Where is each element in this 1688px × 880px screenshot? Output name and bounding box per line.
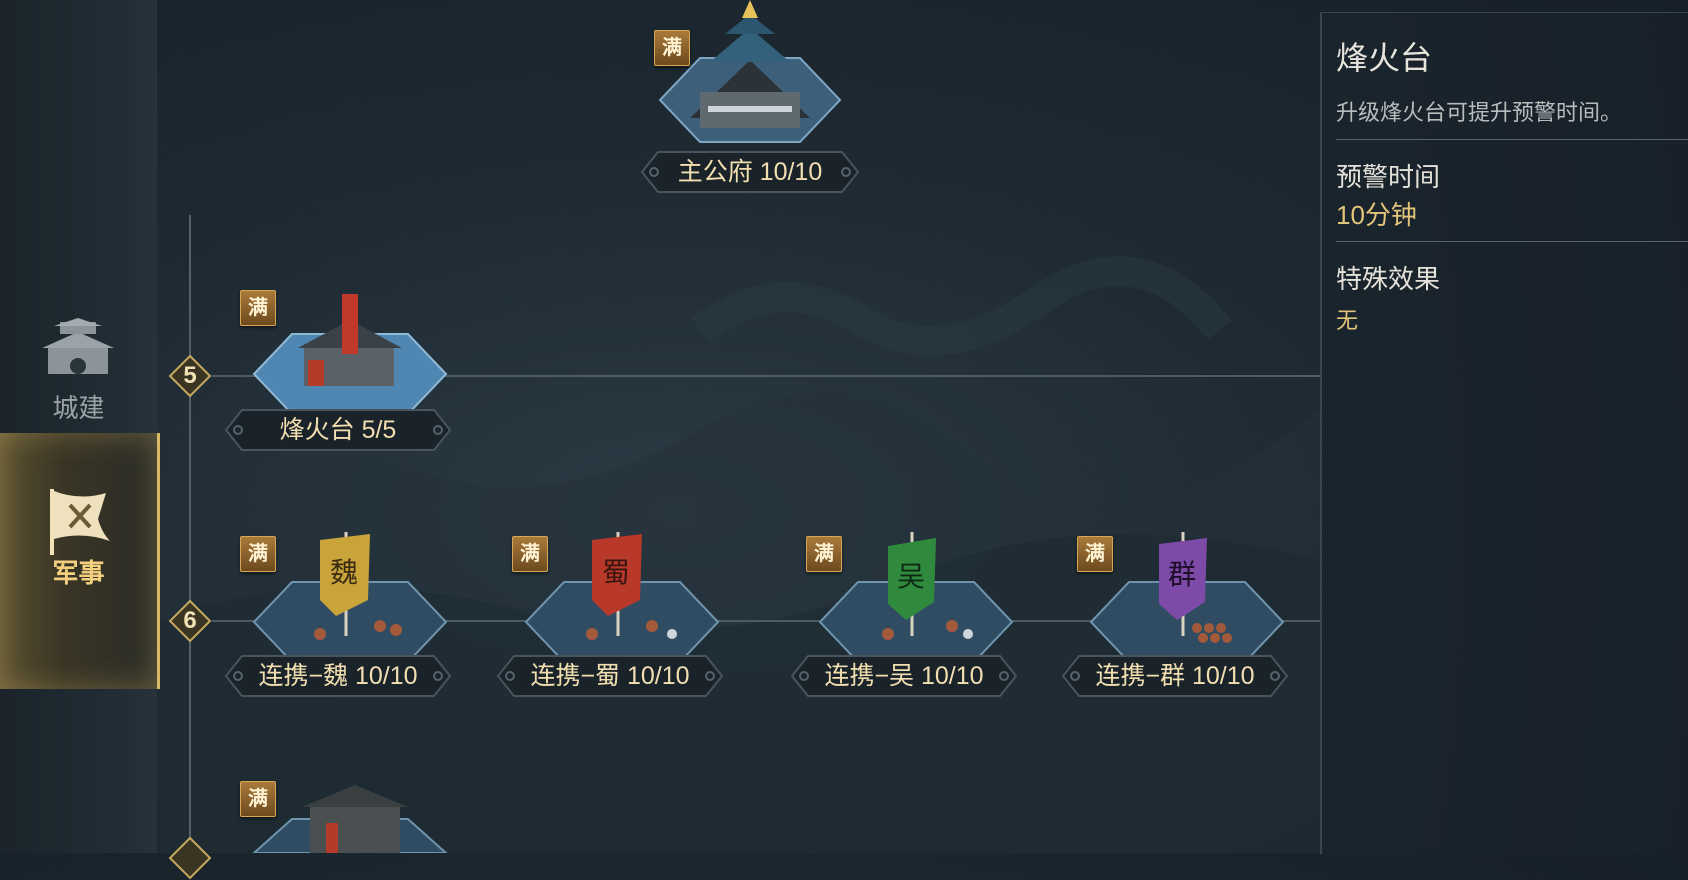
alliance-shu-label-text: 连携−蜀 10/10 — [530, 662, 690, 690]
max-level-badge: 满 — [654, 30, 690, 66]
info-stat-warning-time-value: 10分钟 — [1336, 200, 1417, 230]
max-level-badge: 满 — [1077, 536, 1113, 572]
info-stat-warning-time-label: 预警时间 — [1336, 162, 1441, 192]
nav-item-city-building[interactable]: 城建 — [0, 318, 157, 428]
shu-banner-icon: 蜀 — [524, 532, 720, 660]
qun-banner-icon: 群 — [1089, 532, 1285, 660]
max-level-badge: 满 — [240, 781, 276, 817]
alliance-wu-label: 连携−吴 10/10 — [790, 654, 1018, 698]
beacon-tower-label-text: 烽火台 5/5 — [279, 416, 397, 444]
qun-banner-glyph: 群 — [1168, 558, 1196, 591]
left-category-nav: 城建 军事 — [0, 0, 160, 853]
war-flag-icon — [50, 489, 110, 555]
max-level-badge: 满 — [512, 536, 548, 572]
lord-mansion-icon — [658, 0, 842, 143]
tier-7-marker — [168, 836, 212, 880]
wei-banner-glyph: 魏 — [330, 556, 358, 589]
city-gate-icon — [42, 318, 114, 374]
tier-5-number: 5 — [183, 362, 197, 389]
alliance-qun-label-text: 连携−群 10/10 — [1095, 662, 1255, 690]
nav-item-military-label: 军事 — [52, 558, 105, 588]
tier-6-marker: 6 — [168, 599, 212, 643]
lord-mansion-label: 主公府 10/10 — [640, 150, 860, 194]
max-level-badge: 满 — [806, 536, 842, 572]
building-info-panel: 烽火台 升级烽火台可提升预警时间。 预警时间 10分钟 特殊效果 无 — [1320, 12, 1688, 854]
info-stat-special-effect-label: 特殊效果 — [1336, 264, 1441, 294]
building-node-alliance-shu[interactable]: 蜀 满 连携−蜀 10/10 — [492, 530, 732, 710]
alliance-wu-label-text: 连携−吴 10/10 — [824, 662, 984, 690]
wu-banner-icon: 吴 — [818, 532, 1014, 660]
building-node-lord-mansion[interactable]: 满 主公府 10/10 — [630, 0, 870, 200]
info-divider — [1336, 139, 1688, 140]
tree-spine — [189, 215, 191, 855]
shu-banner-glyph: 蜀 — [602, 556, 630, 589]
wu-banner-glyph: 吴 — [897, 560, 925, 593]
beacon-tower-icon — [252, 294, 448, 410]
alliance-qun-label: 连携−群 10/10 — [1061, 654, 1289, 698]
building-node-alliance-wu[interactable]: 吴 满 连携−吴 10/10 — [786, 530, 1026, 710]
building-node-beacon-tower[interactable]: 满 烽火台 5/5 — [220, 290, 460, 460]
lord-mansion-label-text: 主公府 10/10 — [677, 158, 823, 186]
info-description: 升级烽火台可提升预警时间。 — [1336, 100, 1623, 125]
nav-item-city-label: 城建 — [52, 393, 105, 423]
tier-6-number: 6 — [183, 607, 197, 634]
info-title: 烽火台 — [1336, 40, 1433, 76]
info-stat-special-effect-value: 无 — [1336, 308, 1359, 333]
building-node-alliance-wei[interactable]: 魏 满 连携−魏 10/10 — [220, 530, 460, 710]
max-level-badge: 满 — [240, 290, 276, 326]
building-node-alliance-qun[interactable]: 群 满 连携−群 10/10 — [1057, 530, 1297, 710]
alliance-wei-label: 连携−魏 10/10 — [224, 654, 452, 698]
tier-5-marker: 5 — [168, 354, 212, 398]
beacon-tower-label: 烽火台 5/5 — [224, 408, 452, 452]
max-level-badge: 满 — [240, 536, 276, 572]
wei-banner-icon: 魏 — [252, 532, 448, 660]
alliance-shu-label: 连携−蜀 10/10 — [496, 654, 724, 698]
nav-item-military[interactable]: 军事 — [0, 433, 160, 689]
fortress-icon — [252, 785, 448, 853]
info-divider — [1336, 241, 1688, 242]
alliance-wei-label-text: 连携−魏 10/10 — [258, 662, 418, 690]
building-node-tier7[interactable]: 满 — [220, 775, 460, 853]
